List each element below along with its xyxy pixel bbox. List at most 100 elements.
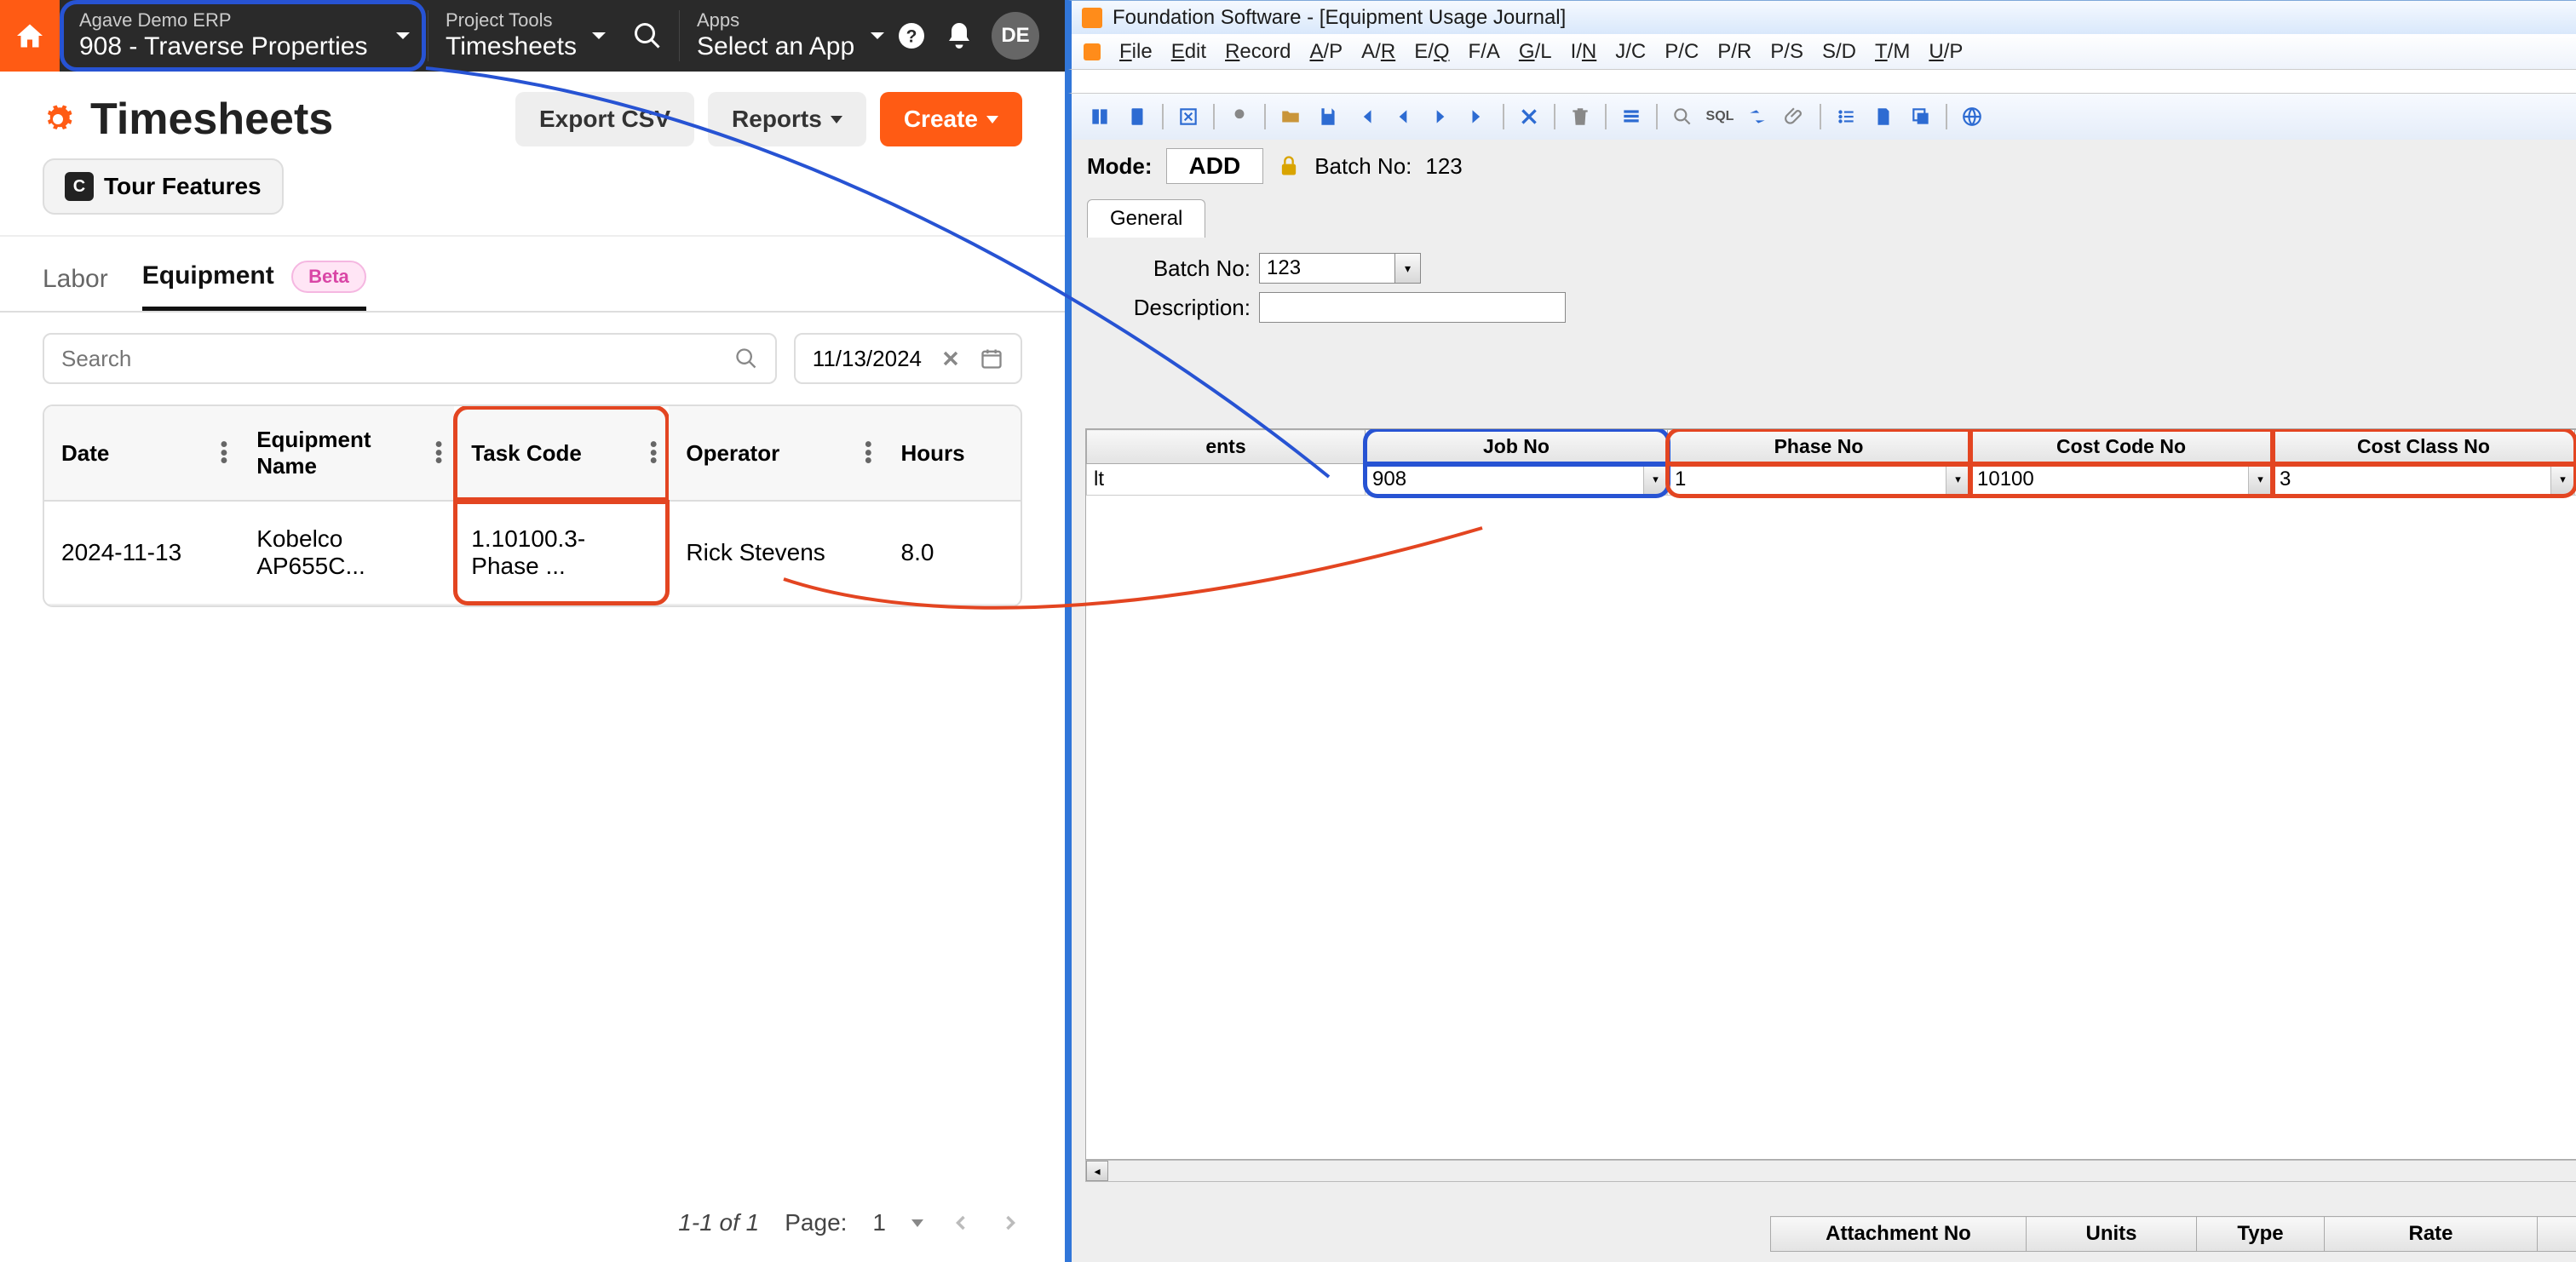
menu-pr[interactable]: P/R — [1717, 40, 1751, 64]
horizontal-scrollbar[interactable]: ◂ ▸ — [1085, 1160, 2576, 1182]
folder-icon[interactable] — [1274, 100, 1307, 133]
menu-gl[interactable]: G/L — [1519, 40, 1552, 64]
prev-icon[interactable] — [1387, 100, 1419, 133]
more-icon[interactable]: ••• — [650, 441, 657, 466]
next-icon[interactable] — [1424, 100, 1457, 133]
scroll-left-icon[interactable]: ◂ — [1086, 1161, 1108, 1181]
col-rate[interactable]: Rate — [2325, 1217, 2538, 1252]
col-date[interactable]: Date••• — [44, 406, 239, 501]
table-row[interactable]: 2024-11-13 Kobelco AP655C... 1.10100.3-P… — [44, 501, 1021, 605]
col-cost-code-no[interactable]: Cost Code No — [1970, 430, 2273, 464]
clear-icon[interactable] — [939, 347, 963, 370]
journal-grid[interactable]: ents Job No Phase No Cost Code No Cost C… — [1085, 428, 2576, 1160]
col-attachment-no[interactable]: Attachment No — [1771, 1217, 2027, 1252]
description-input[interactable] — [1259, 292, 1566, 323]
cell-job-no[interactable]: ▾ — [1366, 464, 1668, 496]
doc-icon[interactable] — [1867, 100, 1900, 133]
mode-label: Mode: — [1087, 153, 1153, 180]
col-cost-class-no[interactable]: Cost Class No — [2273, 430, 2575, 464]
col-equipment[interactable]: Equipment Name••• — [239, 406, 454, 501]
menu-in[interactable]: I/N — [1571, 40, 1597, 64]
col-job-no[interactable]: Job No — [1366, 430, 1668, 464]
menu-edit[interactable]: Edit — [1171, 40, 1206, 64]
menu-file[interactable]: File — [1119, 40, 1153, 64]
bell-icon[interactable] — [944, 20, 975, 51]
menu-ap[interactable]: A/P — [1309, 40, 1343, 64]
x-box-icon[interactable] — [1172, 100, 1205, 133]
prev-page-icon[interactable] — [949, 1211, 973, 1235]
tab-general[interactable]: General — [1087, 199, 1205, 238]
transfer-icon[interactable] — [1741, 100, 1774, 133]
date-filter[interactable]: 11/13/2024 — [794, 333, 1022, 384]
first-icon[interactable] — [1349, 100, 1382, 133]
col-amount[interactable]: Amount — [2538, 1217, 2576, 1252]
menu-ps[interactable]: P/S — [1770, 40, 1803, 64]
last-icon[interactable] — [1462, 100, 1494, 133]
more-icon[interactable]: ••• — [221, 441, 227, 466]
tab-equipment[interactable]: Equipment Beta — [142, 261, 366, 311]
search-icon — [632, 20, 663, 51]
next-page-icon[interactable] — [998, 1211, 1022, 1235]
more-icon[interactable]: ••• — [435, 441, 442, 466]
cell-phase-no[interactable]: ▾ — [1668, 464, 1970, 496]
menu-ar[interactable]: A/R — [1361, 40, 1395, 64]
col-type[interactable]: Type — [2197, 1217, 2325, 1252]
search-box[interactable] — [43, 333, 777, 384]
col-operator[interactable]: Operator••• — [669, 406, 883, 501]
menu-record[interactable]: Record — [1225, 40, 1291, 64]
caret-down-icon[interactable] — [911, 1219, 923, 1227]
cell-cost-class-no[interactable]: ▾ — [2273, 464, 2575, 496]
batch-no-input[interactable] — [1259, 253, 1395, 284]
dropdown-icon[interactable]: ▾ — [1395, 253, 1421, 284]
tour-features-button[interactable]: C Tour Features — [43, 158, 284, 215]
menu-sd[interactable]: S/D — [1822, 40, 1856, 64]
pager-page[interactable]: 1 — [872, 1209, 886, 1236]
page-icon[interactable] — [1121, 100, 1153, 133]
menu-pc[interactable]: P/C — [1665, 40, 1699, 64]
menu-fa[interactable]: F/A — [1469, 40, 1500, 64]
project-dropdown[interactable]: Agave Demo ERP 908 - Traverse Properties — [60, 0, 426, 72]
col-units[interactable]: Units — [2027, 1217, 2197, 1252]
copy-icon[interactable] — [1905, 100, 1937, 133]
list-icon[interactable] — [1615, 100, 1647, 133]
cell-ents[interactable] — [1087, 464, 1366, 496]
user-avatar[interactable]: DE — [992, 12, 1039, 60]
bullet-list-icon[interactable] — [1830, 100, 1862, 133]
more-icon[interactable]: ••• — [865, 441, 871, 466]
sql-icon[interactable]: SQL — [1704, 100, 1736, 133]
menu-up[interactable]: U/P — [1929, 40, 1963, 64]
globe-icon[interactable] — [1956, 100, 1988, 133]
gear-icon[interactable] — [43, 104, 73, 135]
grid-row[interactable]: ▾ ▾ ▾ ▾ ▾ — [1087, 464, 2576, 496]
delete-x-icon[interactable] — [1513, 100, 1545, 133]
book-icon[interactable] — [1084, 100, 1116, 133]
nav-search-button[interactable] — [618, 0, 677, 72]
calendar-icon[interactable] — [980, 347, 1003, 370]
menu-eq[interactable]: E/Q — [1414, 40, 1449, 64]
search-input[interactable] — [61, 346, 734, 372]
window-titlebar[interactable]: Foundation Software - [Equipment Usage J… — [1068, 0, 2576, 34]
home-button[interactable] — [0, 0, 60, 72]
menu-tm[interactable]: T/M — [1875, 40, 1910, 64]
export-csv-button[interactable]: Export CSV — [515, 92, 694, 146]
batch-no-combo[interactable]: ▾ — [1259, 253, 1421, 284]
reports-label: Reports — [732, 106, 822, 133]
reports-button[interactable]: Reports — [708, 92, 866, 146]
col-ents[interactable]: ents — [1087, 430, 1366, 464]
apps-dropdown[interactable]: Apps Select an App — [681, 0, 896, 72]
col-hours[interactable]: Hours — [884, 406, 1021, 501]
help-icon[interactable]: ? — [896, 20, 927, 51]
save-icon[interactable] — [1312, 100, 1344, 133]
col-phase-no[interactable]: Phase No — [1668, 430, 1970, 464]
attach-icon[interactable] — [1779, 100, 1811, 133]
create-button[interactable]: Create — [880, 92, 1022, 146]
menu-jc[interactable]: J/C — [1615, 40, 1646, 64]
tab-labor[interactable]: Labor — [43, 265, 108, 307]
pin-icon[interactable] — [1223, 100, 1256, 133]
cell-cost-code-no[interactable]: ▾ — [1970, 464, 2273, 496]
page-title: Timesheets — [90, 94, 333, 145]
trash-icon[interactable] — [1564, 100, 1596, 133]
project-tools-dropdown[interactable]: Project Tools Timesheets — [430, 0, 618, 72]
zoom-icon[interactable] — [1666, 100, 1699, 133]
col-task-code[interactable]: Task Code••• — [454, 406, 669, 501]
